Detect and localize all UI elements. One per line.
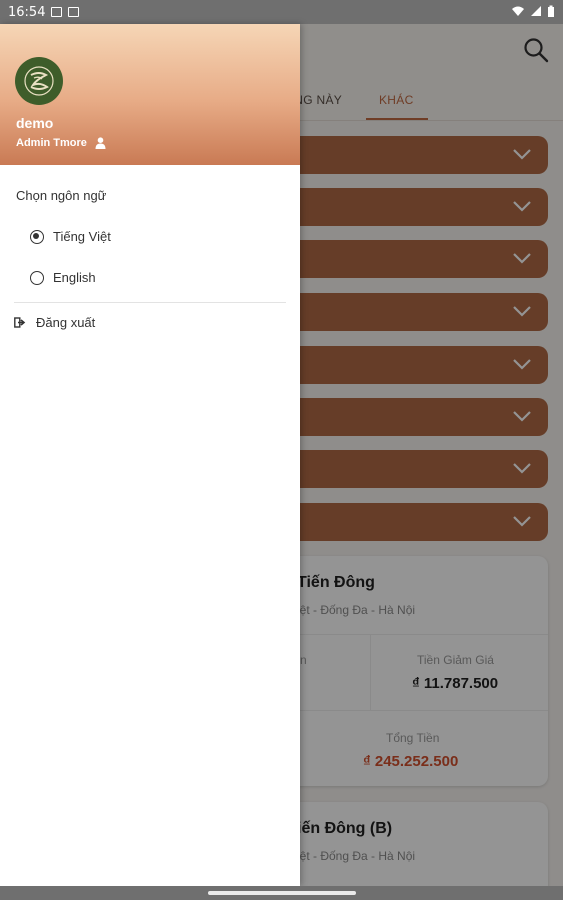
gallery-icon	[51, 7, 63, 17]
language-title: Chọn ngôn ngữ	[16, 188, 107, 203]
status-right-icons	[511, 5, 555, 17]
drawer-header: demo Admin Tmore	[0, 24, 300, 165]
divider	[14, 302, 286, 303]
radio-unchecked-icon[interactable]	[30, 270, 44, 285]
language-option-english[interactable]: English	[30, 270, 96, 285]
sign-out-icon	[14, 317, 26, 328]
radio-checked-icon[interactable]	[30, 229, 44, 244]
language-label: English	[53, 270, 96, 285]
language-option-vietnamese[interactable]: Tiếng Việt	[30, 229, 111, 244]
language-label: Tiếng Việt	[53, 229, 111, 244]
user-role-row: Admin Tmore	[16, 137, 106, 149]
user-name: demo	[16, 115, 54, 131]
notification-icon	[68, 7, 80, 17]
battery-icon	[548, 5, 554, 17]
logout-button[interactable]: Đăng xuất	[14, 315, 95, 330]
status-bar: 16:54	[0, 0, 563, 24]
user-role: Admin Tmore	[16, 137, 87, 149]
wifi-icon	[512, 6, 524, 16]
home-gesture-bar[interactable]	[208, 891, 356, 895]
system-nav-bar	[0, 886, 563, 900]
avatar	[15, 57, 63, 105]
signal-icon	[531, 6, 541, 16]
logout-label: Đăng xuất	[36, 315, 96, 330]
status-time: 16:54	[8, 4, 46, 20]
user-icon	[95, 137, 106, 149]
navigation-drawer: demo Admin Tmore Chọn ngôn ngữ Tiếng Việ…	[0, 24, 300, 886]
logo-icon	[24, 66, 54, 96]
screen: 16:54 ÀNG NÀY KHÁC Tiến Đông iệt - Đống …	[0, 0, 563, 900]
